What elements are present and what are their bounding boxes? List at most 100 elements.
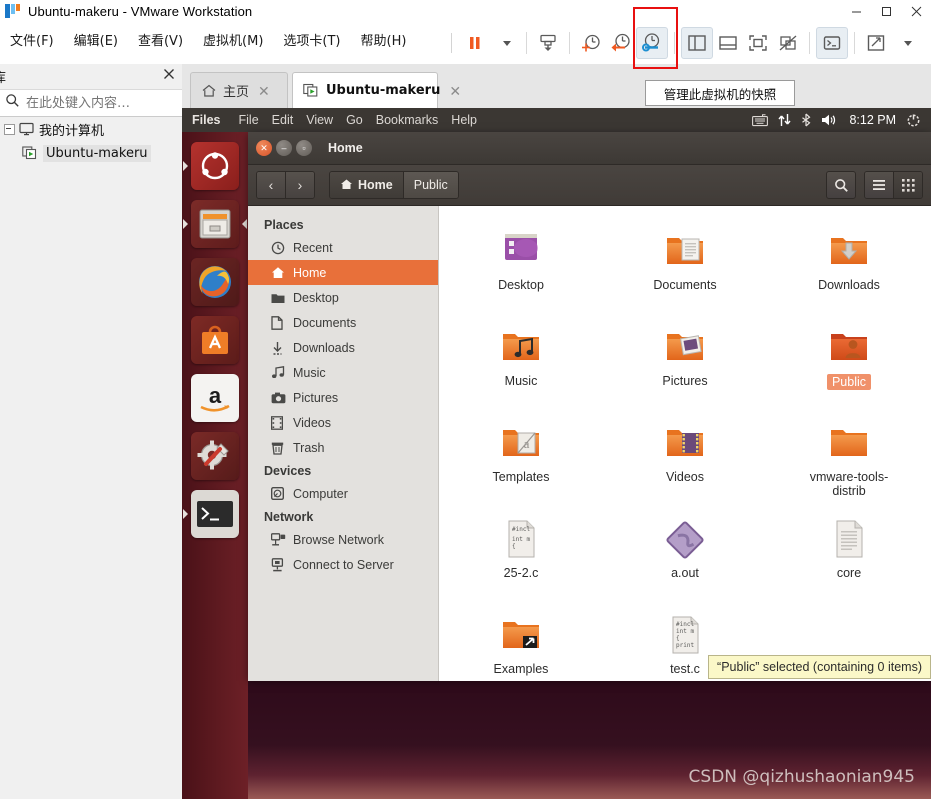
bluetooth-icon[interactable]: [801, 113, 811, 127]
guest-menu-bookmarks[interactable]: Bookmarks: [376, 113, 439, 127]
sidebar-item-trash[interactable]: Trash: [248, 435, 438, 460]
tree-item-ubuntu-makeru[interactable]: Ubuntu-makeru: [0, 141, 182, 165]
guest-menu-file[interactable]: File: [239, 113, 259, 127]
sidebar-item-desktop[interactable]: Desktop: [248, 285, 438, 310]
guest-menu-go[interactable]: Go: [346, 113, 363, 127]
sidebar-item-videos[interactable]: Videos: [248, 410, 438, 435]
guest-menu-view[interactable]: View: [306, 113, 333, 127]
file-item[interactable]: Public: [767, 312, 931, 408]
menu-help[interactable]: 帮助(H): [351, 27, 417, 52]
file-label: 25-2.c: [503, 566, 539, 580]
panel-app-name: Files: [192, 113, 221, 127]
chevron-down-icon: [903, 40, 912, 46]
menu-vm[interactable]: 虚拟机(M): [193, 27, 273, 52]
breadcrumb-home[interactable]: Home: [330, 172, 403, 198]
minimize-button[interactable]: [841, 0, 871, 22]
show-library-button[interactable]: [681, 27, 713, 59]
sidebar-item-downloads[interactable]: Downloads: [248, 335, 438, 360]
launcher-item-firefox[interactable]: [191, 258, 239, 306]
launcher-item-system-settings[interactable]: [191, 432, 239, 480]
tab-close-button[interactable]: ✕: [449, 84, 461, 98]
library-search-bar[interactable]: [0, 89, 209, 117]
power-dropdown[interactable]: [490, 28, 520, 58]
sidebar-item-documents[interactable]: Documents: [248, 310, 438, 335]
launcher-item-terminal[interactable]: [183, 490, 239, 538]
tree-expander-icon[interactable]: [4, 123, 15, 135]
file-item[interactable]: Music: [439, 312, 603, 408]
manage-snapshots-button[interactable]: [636, 27, 668, 59]
search-button[interactable]: [826, 171, 856, 199]
breadcrumb-public[interactable]: Public: [402, 172, 458, 198]
guest-menu-help[interactable]: Help: [451, 113, 477, 127]
library-close-button[interactable]: [163, 67, 175, 85]
launcher-item-software-center[interactable]: [191, 316, 239, 364]
file-item[interactable]: Desktop: [439, 216, 603, 312]
tab-close-button[interactable]: ✕: [258, 84, 270, 98]
sidebar-item-home[interactable]: Home: [248, 260, 438, 285]
menu-edit[interactable]: 编辑(E): [64, 27, 128, 52]
power-gear-icon[interactable]: [906, 113, 921, 128]
tree-item-my-computer[interactable]: 我的计算机: [0, 117, 182, 141]
sidebar-item-pictures[interactable]: Pictures: [248, 385, 438, 410]
files-view[interactable]: Desktop Documents Downloads Music Pictur…: [439, 206, 931, 681]
maximize-button[interactable]: ▫: [296, 140, 312, 156]
stretch-button[interactable]: [861, 28, 891, 58]
file-item[interactable]: Videos: [603, 408, 767, 504]
keyboard-icon[interactable]: [752, 113, 769, 127]
sidebar-item-label: Recent: [293, 240, 333, 255]
network-icon[interactable]: [778, 113, 791, 127]
menu-view[interactable]: 查看(V): [128, 27, 193, 52]
hamburger-menu-icon: [873, 180, 885, 190]
sidebar-item-connect-to-server[interactable]: Connect to Server: [248, 552, 438, 577]
launcher-item-amazon[interactable]: a: [191, 374, 239, 422]
file-item[interactable]: a.out: [603, 504, 767, 600]
close-button[interactable]: ✕: [256, 140, 272, 156]
panel-left-icon: [688, 35, 706, 51]
hamburger-menu-button[interactable]: [865, 172, 893, 198]
unity-mode-button[interactable]: [773, 28, 803, 58]
send-ctrl-alt-del-button[interactable]: [533, 28, 563, 58]
launcher-item-dash[interactable]: [183, 142, 239, 190]
revert-snapshot-button[interactable]: [606, 28, 636, 58]
show-thumbnail-bar-button[interactable]: [713, 28, 743, 58]
file-item[interactable]: Documents: [603, 216, 767, 312]
show-full-screen-button[interactable]: [743, 28, 773, 58]
minimize-button[interactable]: –: [276, 140, 292, 156]
file-item[interactable]: core: [767, 504, 931, 600]
sidebar-item-music[interactable]: Music: [248, 360, 438, 385]
menu-file[interactable]: 文件(F): [0, 27, 64, 52]
sidebar-item-browse-network[interactable]: Browse Network: [248, 527, 438, 552]
maximize-button[interactable]: [871, 0, 901, 22]
unity-off-icon: [779, 35, 797, 51]
view-grid-button[interactable]: [893, 172, 922, 198]
console-button[interactable]: [816, 27, 848, 59]
search-input[interactable]: [24, 94, 198, 112]
snapshot-manage-icon: [642, 33, 660, 52]
file-item[interactable]: #incl int m { print test.c: [603, 600, 767, 696]
file-item[interactable]: Examples: [439, 600, 603, 696]
guest-menu-edit[interactable]: Edit: [272, 113, 294, 127]
menu-tabs[interactable]: 选项卡(T): [273, 27, 350, 52]
breadcrumb: Home Public: [329, 171, 459, 199]
forward-button[interactable]: ›: [285, 172, 314, 198]
volume-icon[interactable]: [821, 113, 839, 127]
tab-home[interactable]: 主页 ✕: [190, 72, 288, 108]
close-button[interactable]: [901, 0, 931, 22]
panel-clock[interactable]: 8:12 PM: [849, 113, 896, 127]
file-item[interactable]: #incl int m { 25-2.c: [439, 504, 603, 600]
guest-screen: Files File Edit View Go Bookmarks Help 8…: [182, 108, 931, 799]
file-item[interactable]: Pictures: [603, 312, 767, 408]
tab-ubuntu-makeru[interactable]: Ubuntu-makeru ✕: [292, 72, 461, 108]
take-snapshot-button[interactable]: [576, 28, 606, 58]
suspend-button[interactable]: [460, 28, 490, 58]
launcher-item-files[interactable]: [183, 200, 247, 248]
file-item[interactable]: a Templates: [439, 408, 603, 504]
sidebar-item-recent[interactable]: Recent: [248, 235, 438, 260]
stretch-dropdown[interactable]: [891, 28, 921, 58]
folder-icon: [271, 292, 288, 304]
nautilus-window-title: Home: [328, 141, 363, 155]
sidebar-item-computer[interactable]: Computer: [248, 481, 438, 506]
file-item[interactable]: vmware-tools-distrib: [767, 408, 931, 504]
back-button[interactable]: ‹: [257, 172, 285, 198]
file-item[interactable]: Downloads: [767, 216, 931, 312]
